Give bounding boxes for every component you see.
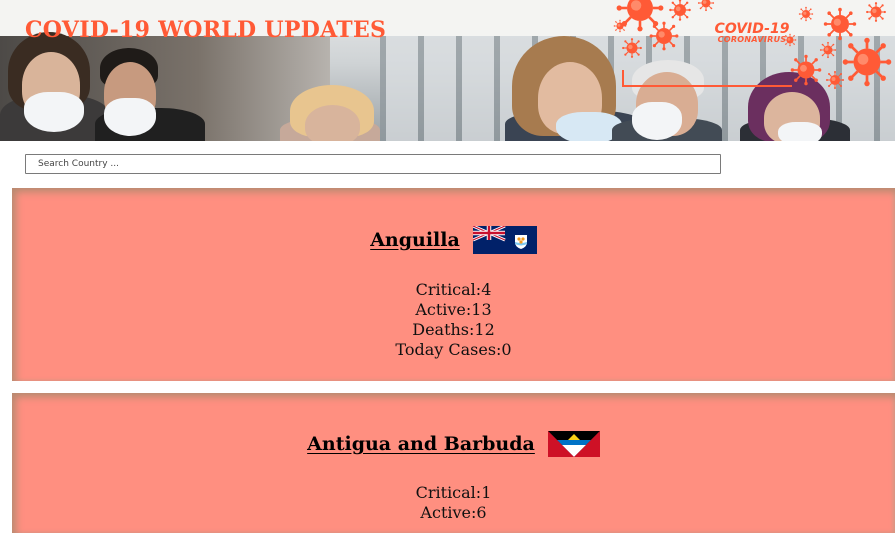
stat-today-cases: Today Cases:0	[395, 340, 512, 359]
stat-deaths: Deaths:12	[412, 320, 495, 339]
stat-critical: Critical:1	[415, 483, 492, 502]
search-country-input[interactable]	[25, 154, 721, 174]
logo-underline	[622, 70, 792, 87]
country-name-link[interactable]: Anguilla	[370, 229, 460, 251]
stat-critical: Critical:4	[415, 280, 492, 299]
antigua-barbuda-flag-icon	[547, 431, 600, 457]
country-header: Antigua and Barbuda	[12, 431, 895, 457]
page-title: COVID-19 WORLD UPDATES	[25, 17, 387, 43]
stat-active: Active:13	[415, 300, 492, 319]
country-name-link[interactable]: Antigua and Barbuda	[307, 433, 535, 455]
country-header: Anguilla	[12, 226, 895, 254]
logo-title: COVID-19	[714, 21, 790, 37]
hero-banner: COVID-19 WORLD UPDATES COVID-19 CORONAVI…	[0, 0, 895, 141]
country-card-antigua-and-barbuda: Antigua and Barbuda Critical:1 Active:6	[12, 393, 895, 533]
country-card-anguilla: Anguilla Critical:4 Active:13 Deaths:12 …	[12, 188, 895, 381]
logo-subtitle: CORONAVIRUS	[717, 35, 787, 44]
stat-active: Active:6	[420, 503, 487, 522]
covid-logo: COVID-19 CORONAVIRUS	[712, 22, 792, 44]
anguilla-flag-icon	[472, 226, 537, 254]
country-stats: Critical:4 Active:13 Deaths:12 Today Cas…	[12, 280, 895, 360]
country-stats: Critical:1 Active:6	[12, 483, 895, 523]
